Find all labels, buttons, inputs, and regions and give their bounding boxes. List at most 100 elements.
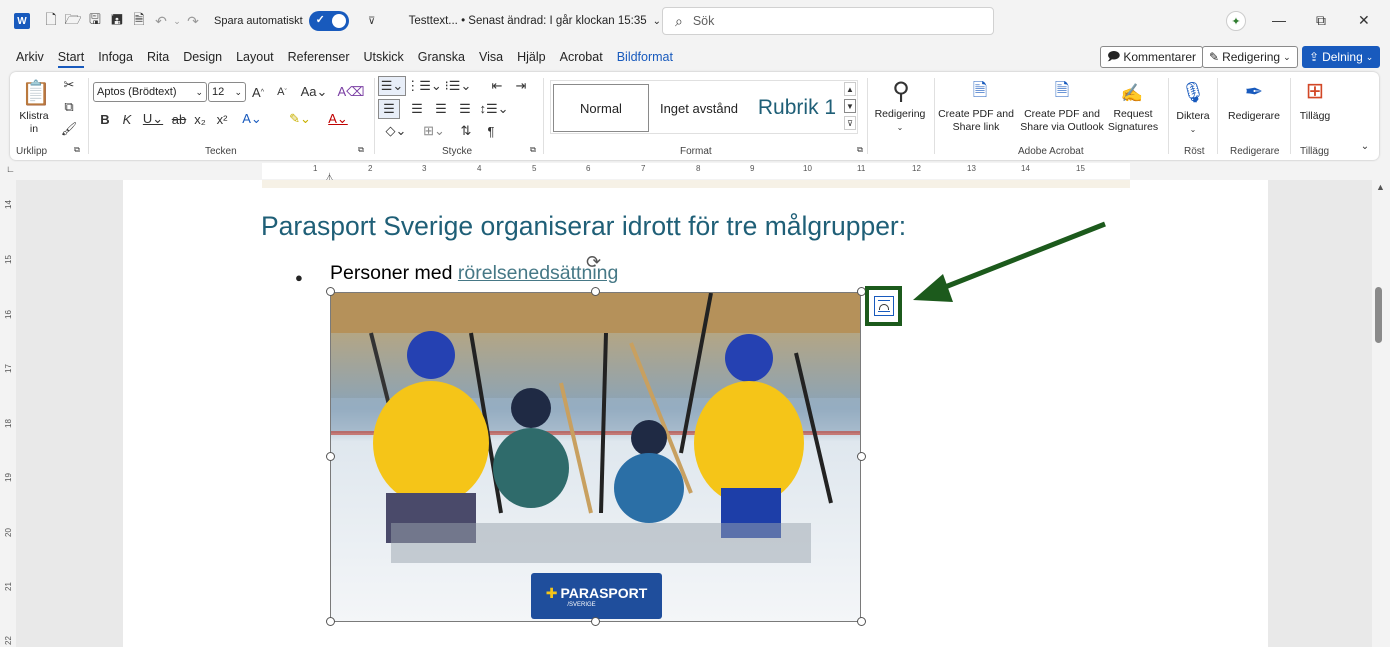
request-signatures-label[interactable]: Request Signatures [1106,108,1160,134]
collapse-ribbon-icon[interactable]: ⌄ [1358,140,1372,152]
resize-handle-top-left[interactable] [326,287,335,296]
justify-icon[interactable]: ☰ [454,99,476,119]
bullet-item[interactable]: Personer med rörelsenedsättning [330,262,618,285]
paste-icon[interactable]: 📋 [21,78,51,108]
addins-label[interactable]: Tillägg [1294,110,1336,123]
tab-granska[interactable]: Granska [411,44,472,70]
editing-mode-button[interactable]: ✎ Redigering ⌄ [1202,46,1298,68]
comments-button[interactable]: 🗩 Kommentarer [1100,46,1204,68]
tab-start[interactable]: Start [51,44,91,70]
underline-icon[interactable]: U⌄ [142,110,164,128]
resize-handle-bottom[interactable] [591,617,600,626]
print-preview-icon[interactable]: 🗎 [128,10,150,32]
shrink-font-icon[interactable]: Aˇ [274,83,290,101]
increase-indent-icon[interactable]: ⇥ [512,76,530,96]
editing-label[interactable]: Redigering [870,108,930,121]
save-as-icon[interactable]: 🖪 [106,10,128,32]
sort-icon[interactable]: ⇅ [456,122,476,140]
addins-grid-icon[interactable]: ⊞ [1302,78,1328,104]
new-document-icon[interactable]: 🗋 [40,10,62,32]
resize-handle-right[interactable] [857,452,866,461]
clear-formatting-icon[interactable]: A⌫ [337,83,364,101]
paste-label[interactable]: Klistra in [19,110,49,136]
horizontal-ruler[interactable]: ∟ 1 2 3 4 5 6 7 8 9 10 11 12 13 14 15 ⏅ [0,162,1390,183]
style-no-spacing[interactable]: Inget avstånd [651,84,747,132]
bullets-icon[interactable]: ☰⌄ [378,76,406,96]
close-icon[interactable]: ✕ [1358,12,1370,29]
avatar[interactable]: ✦ [1226,11,1246,31]
create-pdf-outlook-label[interactable]: Create PDF and Share via Outlook [1016,108,1108,134]
vertical-scrollbar[interactable]: ▲ [1372,180,1390,647]
shading-icon[interactable]: ◇⌄ [382,122,410,140]
subscript-icon[interactable]: x₂ [192,110,208,128]
scroll-up-icon[interactable]: ▲ [1376,182,1385,192]
styles-scroll-down-icon[interactable]: ▼ [844,99,856,113]
resize-handle-top[interactable] [591,287,600,296]
bold-icon[interactable]: B [98,110,112,128]
title-chevron-down-icon[interactable]: ⌄ [653,16,661,27]
align-left-icon[interactable]: ☰ [378,99,400,119]
tab-acrobat[interactable]: Acrobat [553,44,610,70]
format-painter-icon[interactable]: 🖌 [61,121,78,136]
request-signatures-icon[interactable]: ✍ [1120,80,1144,106]
chevron-down-icon[interactable]: ⌄ [894,122,906,132]
restore-icon[interactable]: ⧉ [1316,12,1326,29]
numbering-icon[interactable]: ⋮☰⌄ [406,76,442,96]
resize-handle-bottom-right[interactable] [857,617,866,626]
chevron-down-icon[interactable]: ⌄ [1187,124,1199,134]
rotate-handle-icon[interactable]: ⟳ [586,252,601,273]
find-icon[interactable]: ⚲ [886,76,916,106]
borders-icon[interactable]: ⊞⌄ [420,122,448,140]
grow-font-icon[interactable]: A ^ [250,83,266,101]
tab-design[interactable]: Design [176,44,229,70]
dialog-launcher-icon[interactable]: ⧉ [356,145,366,155]
styles-more-icon[interactable]: ⊽ [844,116,856,130]
open-folder-icon[interactable]: 🗁 [62,10,84,32]
font-name-input[interactable]: Aptos (Brödtext) ⌄ [93,82,207,102]
tab-referenser[interactable]: Referenser [281,44,357,70]
tab-infoga[interactable]: Infoga [91,44,140,70]
tab-rita[interactable]: Rita [140,44,176,70]
style-heading-1[interactable]: Rubrik 1 [749,84,845,132]
highlight-icon[interactable]: ✎⌄ [286,110,314,128]
microphone-icon[interactable]: 🎙 [1180,78,1205,106]
customize-toolbar-icon[interactable]: ⊽ [361,10,383,32]
dictate-label[interactable]: Diktera [1174,110,1212,123]
save-icon[interactable]: 🖫 [84,10,106,32]
tab-utskick[interactable]: Utskick [356,44,410,70]
font-color-icon[interactable]: A⌄ [324,110,352,128]
cut-icon[interactable]: ✂ [62,77,76,92]
tab-selector-icon[interactable]: ∟ [6,164,15,174]
superscript-icon[interactable]: x² [214,110,230,128]
create-pdf-outlook-icon[interactable]: 🗎 [1050,80,1074,106]
tab-layout[interactable]: Layout [229,44,281,70]
tab-visa[interactable]: Visa [472,44,510,70]
resize-handle-bottom-left[interactable] [326,617,335,626]
tab-bildformat[interactable]: Bildformat [610,44,680,70]
decrease-indent-icon[interactable]: ⇤ [488,76,506,96]
minimize-icon[interactable]: — [1272,12,1286,28]
autosave-toggle[interactable]: ✓ [308,11,349,31]
scrollbar-thumb[interactable] [1375,287,1382,343]
tab-arkiv[interactable]: Arkiv [9,44,51,70]
dialog-launcher-icon[interactable]: ⧉ [72,145,82,155]
align-right-icon[interactable]: ☰ [430,99,452,119]
show-formatting-icon[interactable]: ¶ [482,122,500,140]
create-pdf-share-icon[interactable]: 🗎 [968,80,992,106]
strikethrough-icon[interactable]: ab [170,110,188,128]
copy-icon[interactable]: ⧉ [62,99,76,114]
editor-label[interactable]: Redigerare [1224,110,1284,123]
layout-options-button[interactable] [865,286,902,326]
multilevel-list-icon[interactable]: ⁝☰⌄ [444,76,472,96]
text-effects-icon[interactable]: A⌄ [240,110,264,128]
undo-icon[interactable]: ↶ [150,10,172,32]
dialog-launcher-icon[interactable]: ⧉ [855,145,865,155]
redo-icon[interactable]: ↷ [182,10,204,32]
italic-icon[interactable]: K [120,110,134,128]
editor-pen-icon[interactable]: ✒ [1240,78,1268,106]
resize-handle-left[interactable] [326,452,335,461]
tab-hjalp[interactable]: Hjälp [510,44,553,70]
align-center-icon[interactable]: ☰ [406,99,428,119]
create-pdf-share-label[interactable]: Create PDF and Share link [938,108,1014,134]
search-input[interactable]: ⌕ Sök [662,7,994,35]
